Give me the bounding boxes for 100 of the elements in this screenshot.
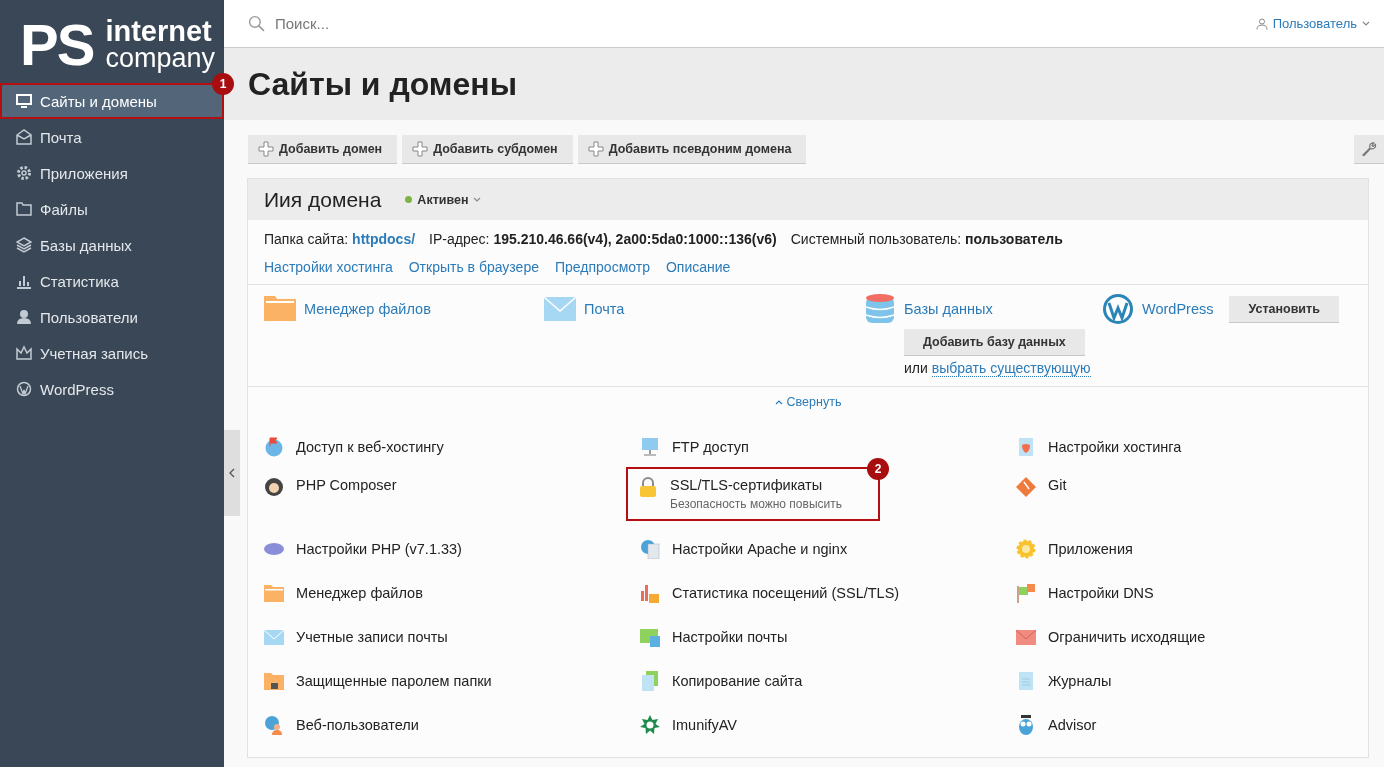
wordpress-icon <box>1102 293 1134 325</box>
tool-link[interactable]: Advisor <box>1048 717 1097 733</box>
tool-link[interactable]: Учетные записи почты <box>296 629 448 645</box>
info-value: пользователь <box>965 231 1063 247</box>
sidebar-toggle[interactable] <box>224 430 240 516</box>
globe-flag-icon <box>264 437 284 457</box>
tool-link[interactable]: Защищенные паролем папки <box>296 673 492 689</box>
info-value: 195.210.46.66(v4), 2a00:5da0:1000::136(v6) <box>493 231 777 247</box>
install-button[interactable]: Установить <box>1229 295 1339 323</box>
folder-icon <box>264 583 284 603</box>
user-icon <box>16 309 32 325</box>
tool-link[interactable]: Настройки PHP (v7.1.33) <box>296 541 462 557</box>
add-button[interactable]: Добавить псевдоним домена <box>577 135 807 164</box>
folder-link[interactable]: httpdocs/ <box>352 231 416 247</box>
folder-icon <box>16 201 32 217</box>
sidebar-item[interactable]: Пользователи <box>0 299 224 335</box>
diamond-icon <box>1016 477 1036 497</box>
wrench-icon <box>1361 141 1377 157</box>
or-text: или <box>904 360 928 377</box>
sidebar-item[interactable]: Статистика <box>0 263 224 299</box>
tool-link[interactable]: Настройки почты <box>672 629 788 645</box>
domain-link[interactable]: Описание <box>665 259 731 275</box>
info-label: Папка сайта: <box>264 231 349 247</box>
sidebar-item[interactable]: Приложения <box>0 155 224 191</box>
lock-icon <box>638 477 658 497</box>
page-title: Сайты и домены <box>248 65 517 103</box>
sidebar-item[interactable]: Почта <box>0 119 224 155</box>
owl-icon <box>1016 715 1036 735</box>
document-icon <box>1016 671 1036 691</box>
logo-initials: PS <box>20 16 94 74</box>
document-shield-icon <box>1016 437 1036 457</box>
tool-link[interactable]: Настройки хостинга <box>1048 439 1182 455</box>
domain-link[interactable]: Настройки хостинга <box>264 259 393 275</box>
tool-link[interactable]: Ограничить исходящие <box>1048 629 1206 645</box>
domain-link[interactable]: Открыть в браузере <box>408 259 539 275</box>
tool-link[interactable]: Настройки DNS <box>1048 585 1154 601</box>
tool-link[interactable]: Копирование сайта <box>672 673 803 689</box>
sun-icon <box>1016 539 1036 559</box>
gear-icon <box>16 165 32 181</box>
tool-link[interactable]: Настройки Apache и nginx <box>672 541 848 557</box>
tool-link[interactable]: FTP доступ <box>672 439 749 455</box>
user-icon <box>1255 17 1268 30</box>
caret-icon <box>473 197 482 202</box>
info-label: IP-адрес: <box>429 231 490 247</box>
add-button[interactable]: Добавить домен <box>248 135 398 164</box>
quick-link[interactable]: Менеджер файлов <box>304 301 431 317</box>
envelope-sliders-icon <box>640 627 660 647</box>
database-icon <box>864 293 896 325</box>
star-icon <box>640 715 660 735</box>
tool-link[interactable]: Менеджер файлов <box>296 585 423 601</box>
add-button[interactable]: Добавить субдомен <box>402 135 573 164</box>
quick-link[interactable]: Базы данных <box>904 301 993 317</box>
collapse-link[interactable]: Свернуть <box>774 395 842 409</box>
tool-link[interactable]: SSL/TLS-сертификаты <box>670 477 842 493</box>
search-field[interactable]: Поиск... <box>273 14 577 33</box>
status-dot <box>405 196 413 203</box>
wordpress-icon <box>16 381 32 397</box>
layers-icon <box>16 237 32 253</box>
tool-link[interactable]: Журналы <box>1048 673 1112 689</box>
caret-icon <box>1362 21 1370 26</box>
sidebar-item[interactable]: WordPress <box>0 371 224 407</box>
quick-link[interactable]: Почта <box>584 301 625 317</box>
tool-link[interactable]: PHP Composer <box>296 477 397 493</box>
tool-link[interactable]: ImunifyAV <box>672 717 737 733</box>
sidebar-item[interactable]: Учетная запись <box>0 335 224 371</box>
user-menu[interactable]: Пользователь <box>1255 16 1370 31</box>
caret-up-icon <box>774 399 783 405</box>
status-dropdown[interactable]: Активен <box>405 192 482 207</box>
crown-icon <box>16 345 32 361</box>
tool-link[interactable]: Статистика посещений (SSL/TLS) <box>672 585 900 601</box>
chevron-left-icon <box>229 468 235 478</box>
globe-server-icon <box>640 539 660 559</box>
search-icon <box>248 15 265 32</box>
sidebar-item[interactable]: Файлы <box>0 191 224 227</box>
envelope-icon <box>264 627 284 647</box>
domain-link[interactable]: Предпросмотр <box>555 259 650 275</box>
chart-lock-icon <box>640 583 660 603</box>
settings-button[interactable] <box>1354 135 1384 164</box>
tool-link[interactable]: Приложения <box>1048 541 1133 557</box>
flags-icon <box>1016 583 1036 603</box>
envelope-icon <box>1016 627 1036 647</box>
logo-text: company <box>105 45 215 72</box>
sidebar-item[interactable]: Базы данных <box>0 227 224 263</box>
callout-badge: 1 <box>212 73 234 95</box>
monitor-icon <box>16 93 32 109</box>
quick-link[interactable]: WordPress <box>1142 301 1214 317</box>
tool-hint: Безопасность можно повысить <box>670 497 842 511</box>
add-database-button[interactable]: Добавить базу данных <box>904 329 1085 356</box>
select-existing-link[interactable]: выбрать существующую <box>931 360 1091 377</box>
tool-link[interactable]: Доступ к веб-хостингу <box>296 439 444 455</box>
monitor-icon <box>640 437 660 457</box>
envelope-icon <box>16 129 32 145</box>
bar-chart-icon <box>16 273 32 289</box>
logo-text: internet <box>105 18 213 46</box>
tool-link[interactable]: Git <box>1048 477 1067 493</box>
domain-name: Иия домена <box>264 187 382 212</box>
tool-link[interactable]: Веб-пользователи <box>296 717 419 733</box>
copy-icon <box>640 671 660 691</box>
folder-lock-icon <box>264 671 284 691</box>
plus-icon <box>412 141 429 157</box>
